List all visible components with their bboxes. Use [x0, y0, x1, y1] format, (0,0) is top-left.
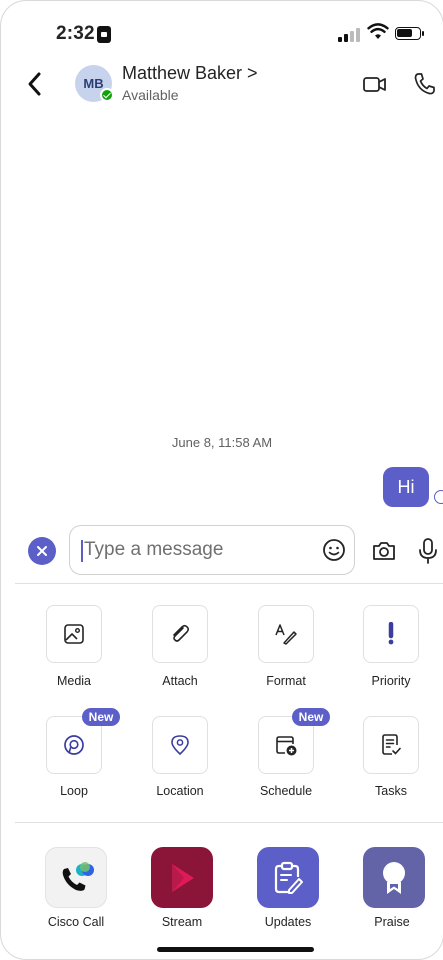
- presence-available-icon: [100, 88, 114, 102]
- badge-ribbon-icon: [383, 861, 405, 894]
- praise-app[interactable]: [363, 847, 425, 908]
- battery-icon: [395, 27, 424, 40]
- wifi-icon: [367, 23, 389, 39]
- task-list-icon: [382, 734, 401, 755]
- attach-button[interactable]: [152, 605, 208, 663]
- stream-app[interactable]: [151, 847, 213, 908]
- tasks-button[interactable]: [363, 716, 419, 774]
- format-pen-icon: [275, 624, 297, 645]
- audio-call-icon[interactable]: [412, 71, 438, 97]
- clipboard-edit-icon: [274, 861, 303, 894]
- priority-button[interactable]: [363, 605, 419, 663]
- close-icon: [37, 546, 47, 556]
- format-label: Format: [266, 674, 306, 688]
- status-bar: 2:32: [1, 1, 443, 61]
- apps-divider: [15, 822, 443, 823]
- tasks-label: Tasks: [375, 784, 407, 798]
- cisco-call-label: Cisco Call: [47, 915, 105, 929]
- microphone-icon[interactable]: [415, 537, 441, 565]
- loop-new-badge: New: [82, 708, 120, 726]
- stream-label: Stream: [161, 915, 203, 929]
- text-cursor: [81, 540, 83, 562]
- location-button[interactable]: [152, 716, 208, 774]
- attach-label: Attach: [162, 674, 198, 688]
- message-timestamp: June 8, 11:58 AM: [171, 435, 273, 450]
- updates-label: Updates: [264, 915, 312, 929]
- status-time: 2:32: [56, 23, 95, 44]
- loop-icon: [64, 735, 84, 755]
- emoji-icon[interactable]: [322, 538, 346, 562]
- close-compose-button[interactable]: [28, 537, 56, 565]
- location-pin-icon: [171, 735, 189, 756]
- media-label: Media: [56, 674, 92, 688]
- video-call-icon[interactable]: [362, 71, 388, 97]
- back-chevron-icon[interactable]: [21, 69, 51, 99]
- schedule-new-badge: New: [292, 708, 330, 726]
- read-receipt-icon: [434, 490, 443, 504]
- message-input[interactable]: Type a message: [69, 525, 355, 575]
- camera-icon[interactable]: [371, 538, 397, 564]
- message-placeholder: Type a message: [84, 539, 224, 560]
- message-bubble[interactable]: Hi: [383, 467, 429, 507]
- updates-app[interactable]: [257, 847, 319, 908]
- priority-label: Priority: [371, 674, 411, 688]
- cellular-signal-icon: [338, 26, 362, 42]
- media-button[interactable]: [46, 605, 102, 663]
- phone-screen: 2:32 MB Matthew Baker > Available June 8…: [0, 0, 443, 960]
- exclamation-icon: [388, 622, 394, 645]
- calendar-add-icon: [276, 736, 297, 756]
- paperclip-icon: [173, 624, 190, 642]
- presence-status: Available: [122, 87, 179, 103]
- compose-divider: [15, 583, 443, 584]
- stream-play-icon: [172, 863, 194, 892]
- cisco-call-app[interactable]: [45, 847, 107, 908]
- schedule-label: Schedule: [259, 784, 313, 798]
- location-label: Location: [156, 784, 204, 798]
- contact-card-icon: [97, 26, 111, 43]
- contact-name[interactable]: Matthew Baker >: [122, 63, 258, 84]
- format-button[interactable]: [258, 605, 314, 663]
- loop-label: Loop: [60, 784, 88, 798]
- image-icon: [64, 624, 84, 644]
- home-indicator[interactable]: [157, 947, 314, 952]
- cisco-call-icon: [62, 861, 94, 891]
- praise-label: Praise: [374, 915, 410, 929]
